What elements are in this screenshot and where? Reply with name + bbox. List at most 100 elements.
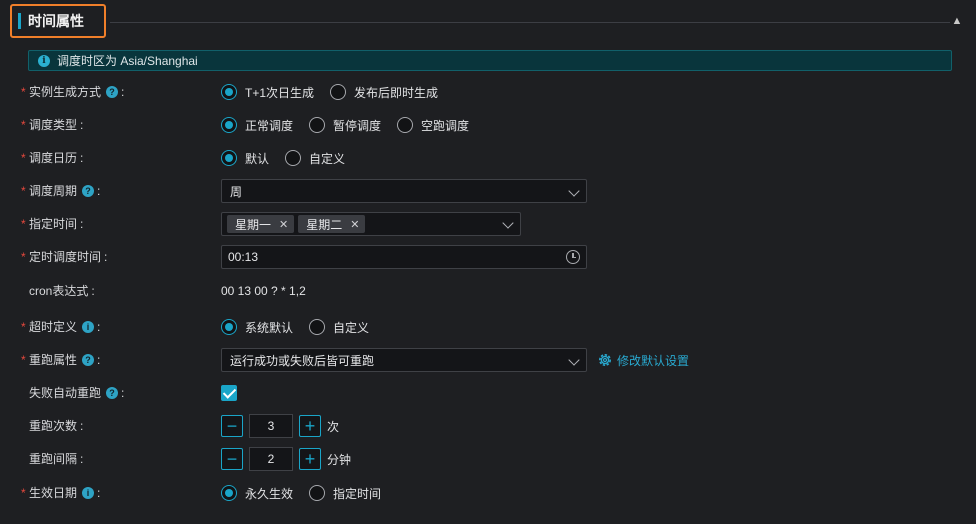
increment-button[interactable]: +	[299, 448, 321, 470]
radio-label: 系统默认	[245, 320, 294, 335]
radio-label: 永久生效	[245, 486, 294, 501]
row-timed-schedule: * 定时调度时间 : 00:13	[0, 245, 976, 269]
section-header: 时间属性	[10, 4, 106, 38]
label-text: 重跑属性	[29, 353, 78, 367]
chevron-up-icon[interactable]: ▲	[950, 14, 964, 28]
timezone-banner: i 调度时区为 Asia/Shanghai	[28, 50, 952, 71]
row-schedule-period: * 调度周期 ? : 周	[0, 179, 976, 203]
rerun-interval-label: 重跑间隔 :	[21, 447, 83, 471]
timed-schedule-label: * 定时调度时间 :	[21, 245, 107, 269]
radio-label: T+1次日生成	[245, 85, 315, 100]
row-timeout: * 超时定义 i : 系统默认 自定义	[0, 315, 976, 339]
colon: :	[97, 320, 101, 334]
radio-circle[interactable]	[221, 485, 237, 501]
radio-custom-timeout[interactable]: 自定义	[309, 319, 369, 336]
time-picker-input[interactable]: 00:13	[221, 245, 587, 269]
colon: :	[80, 419, 84, 433]
rerun-select[interactable]: 运行成功或失败后皆可重跑	[221, 348, 587, 372]
required-mark: *	[21, 250, 26, 264]
label-text: 指定时间	[29, 217, 78, 231]
help-icon[interactable]: ?	[106, 86, 119, 98]
cron-expression: 00 13 00 ? * 1,2	[221, 284, 306, 298]
radio-circle[interactable]	[330, 84, 347, 100]
radio-default-calendar[interactable]: 默认	[221, 150, 269, 167]
label-text: 实例生成方式	[29, 85, 102, 99]
radio-dry-run-schedule[interactable]: 空跑调度	[397, 117, 469, 134]
help-icon[interactable]: i	[82, 321, 95, 333]
radio-custom-calendar[interactable]: 自定义	[285, 150, 345, 167]
instance-mode-label: * 实例生成方式 ? :	[21, 80, 124, 104]
colon: :	[91, 284, 95, 298]
time-value: 00:13	[228, 250, 259, 264]
radio-label: 空跑调度	[421, 118, 470, 133]
rerun-interval-input[interactable]: 2	[249, 447, 293, 471]
close-icon[interactable]: ✕	[350, 218, 359, 231]
label-text: 重跑间隔	[29, 452, 78, 466]
rerun-count-input[interactable]: 3	[249, 414, 293, 438]
decrement-button[interactable]: −	[221, 415, 243, 437]
colon: :	[104, 250, 108, 264]
decrement-button[interactable]: −	[221, 448, 243, 470]
radio-system-default[interactable]: 系统默认	[221, 319, 293, 336]
row-effective-date: * 生效日期 i : 永久生效 指定时间	[0, 481, 976, 505]
timezone-text: 调度时区为 Asia/Shanghai	[57, 54, 198, 68]
row-cron: cron表达式 : 00 13 00 ? * 1,2	[0, 279, 976, 303]
radio-label: 正常调度	[245, 118, 294, 133]
colon: :	[80, 151, 84, 165]
required-mark: *	[21, 151, 26, 165]
timeout-label: * 超时定义 i :	[21, 315, 100, 339]
tag-tuesday: 星期二 ✕	[298, 215, 366, 233]
section-title: 时间属性	[28, 13, 84, 29]
radio-circle[interactable]	[309, 117, 326, 133]
radio-circle[interactable]	[221, 117, 237, 133]
chevron-down-icon[interactable]	[568, 354, 580, 366]
radio-pause-schedule[interactable]: 暂停调度	[309, 117, 381, 134]
colon: :	[97, 486, 101, 500]
tag-label: 星期一	[235, 217, 272, 232]
help-icon[interactable]: i	[82, 487, 95, 499]
radio-normal-schedule[interactable]: 正常调度	[221, 117, 293, 134]
clock-icon[interactable]	[566, 250, 580, 264]
colon: :	[80, 452, 84, 466]
chevron-down-icon[interactable]	[502, 217, 514, 229]
radio-immediate-after-publish[interactable]: 发布后即时生成	[330, 84, 438, 101]
radio-circle[interactable]	[397, 117, 414, 133]
link-text[interactable]: 修改默认设置	[617, 352, 689, 369]
radio-label: 自定义	[309, 151, 346, 166]
schedule-calendar-label: * 调度日历 :	[21, 146, 83, 170]
radio-circle[interactable]	[309, 485, 326, 501]
gear-icon	[599, 354, 611, 366]
radio-label: 指定时间	[333, 486, 382, 501]
label-text: 超时定义	[29, 320, 78, 334]
help-icon[interactable]: ?	[82, 185, 95, 197]
modify-default-settings-link[interactable]: 修改默认设置	[597, 352, 689, 369]
chevron-down-icon[interactable]	[568, 185, 580, 197]
tag-label: 星期二	[306, 217, 343, 232]
auto-rerun-checkbox[interactable]	[221, 385, 237, 401]
select-value: 运行成功或失败后皆可重跑	[230, 353, 375, 368]
radio-permanent[interactable]: 永久生效	[221, 485, 293, 502]
radio-circle[interactable]	[285, 150, 302, 166]
schedule-period-select[interactable]: 周	[221, 179, 587, 203]
section-divider	[110, 22, 950, 23]
label-text: cron表达式	[29, 284, 89, 298]
radio-circle[interactable]	[309, 319, 326, 335]
specified-time-multiselect[interactable]: 星期一 ✕ 星期二 ✕	[221, 212, 521, 236]
unit-label: 次	[327, 419, 340, 434]
select-value: 周	[230, 184, 243, 199]
close-icon[interactable]: ✕	[279, 218, 288, 231]
unit-label: 分钟	[327, 452, 352, 467]
increment-button[interactable]: +	[299, 415, 321, 437]
help-icon[interactable]: ?	[82, 354, 95, 366]
colon: :	[121, 85, 125, 99]
radio-circle[interactable]	[221, 319, 237, 335]
radio-specified-date[interactable]: 指定时间	[309, 485, 381, 502]
schedule-type-label: * 调度类型 :	[21, 113, 83, 137]
radio-t1-next-day[interactable]: T+1次日生成	[221, 84, 314, 101]
colon: :	[80, 118, 84, 132]
required-mark: *	[21, 353, 26, 367]
help-icon[interactable]: ?	[106, 387, 119, 399]
radio-circle[interactable]	[221, 150, 237, 166]
rerun-count-label: 重跑次数 :	[21, 414, 83, 438]
radio-circle[interactable]	[221, 84, 237, 100]
